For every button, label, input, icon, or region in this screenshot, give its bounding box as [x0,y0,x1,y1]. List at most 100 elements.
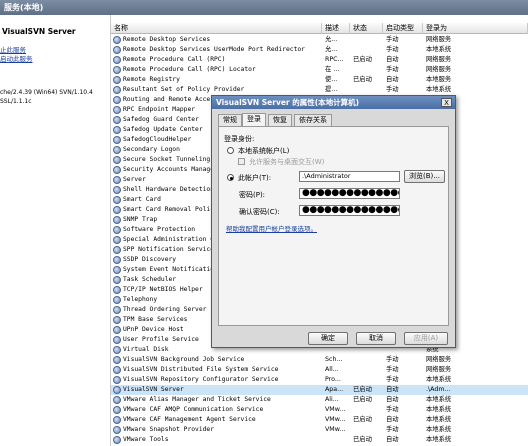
service-gear-icon [113,286,121,294]
service-startup-type-cell: 手动 [386,86,399,93]
service-description-cell: VMw... [325,406,346,413]
service-description-cell: VMw... [325,426,346,433]
service-startup-type-cell: 手动 [386,66,399,73]
tab-logon[interactable]: 登录 [242,113,266,127]
browse-button[interactable]: 浏览(B)... [404,170,445,183]
service-gear-icon [113,426,121,434]
service-description-cell: Pro... [325,376,341,383]
service-name-cell: VisualSVN Background Job Service [123,356,245,363]
ok-button[interactable]: 确定 [308,332,348,345]
restart-service-link[interactable]: 启动此服务 [0,53,33,63]
service-logon-as-cell: 网络服务 [426,56,452,63]
table-row[interactable]: VisualSVN Repository Configurator Servic… [111,375,528,385]
service-name-cell: VMware Snapshot Provider [123,426,214,433]
service-name-cell: Remote Desktop Services UserMode Port Re… [123,46,305,53]
table-row[interactable]: Remote Desktop Services 允... 手动 网络服务 [111,35,528,45]
table-row[interactable]: VMware CAF AMQP Communication Service VMw… [111,405,528,415]
apply-button[interactable]: 应用(A) [404,332,448,345]
service-gear-icon [113,336,121,344]
service-gear-icon [113,276,121,284]
service-gear-icon [113,196,121,204]
table-row[interactable]: VisualSVN Distributed File System Servic… [111,365,528,375]
service-startup-type-cell: 自动 [386,436,399,443]
service-startup-type-cell: 手动 [386,426,399,433]
this-account-label: 此帐户(T): [238,174,272,182]
table-row[interactable]: Remote Procedure Call (RPC) Locator 在 ...… [111,65,528,75]
service-name-cell: Remote Procedure Call (RPC) Locator [123,66,256,73]
table-row[interactable]: VisualSVN Background Job Service Sch... 手动… [111,355,528,365]
service-gear-icon [113,236,121,244]
password-input[interactable]: ●●●●●●●●●●●●●●● [299,188,400,199]
service-gear-icon [113,186,121,194]
service-name-cell: Remote Registry [123,76,180,83]
service-gear-icon [113,256,121,264]
allow-desktop-label: 允许服务与桌面交互(W) [249,158,325,166]
service-gear-icon [113,246,121,254]
table-row[interactable]: Remote Registry 使... 已启动 自动 本地服务 [111,75,528,85]
service-gear-icon [113,86,121,94]
logon-tab-panel: 登录身份: 本地系统帐户(L) 允许服务与桌面交互(W) 此帐户(T): .\A… [218,126,449,326]
service-name-cell: VisualSVN Distributed File System Servic… [123,366,279,373]
local-system-radio[interactable] [227,147,234,154]
service-gear-icon [113,166,121,174]
service-gear-icon [113,116,121,124]
local-system-label: 本地系统帐户(L) [238,147,290,155]
service-logon-as-cell: 网络服务 [426,356,452,363]
properties-dialog: VisualSVN Server 的属性(本地计算机) X 常规 登录 恢复 依… [211,95,456,348]
table-row[interactable]: VisualSVN Server Apa... 已启动 自动 .\Adm... [111,385,528,395]
service-gear-icon [113,106,121,114]
account-input[interactable]: .\Administrator [299,171,400,182]
service-description-line-1: che/2.4.39 (Win64) SVN/1.10.4 [0,89,93,96]
table-row[interactable]: VMware Snapshot Provider VMw... 手动 本地系统 [111,425,528,435]
service-description-cell: RPC... [325,56,344,63]
service-logon-as-cell: 网络服务 [426,66,452,73]
service-logon-as-cell: 网络服务 [426,366,452,373]
service-logon-as-cell: 本地服务 [426,76,452,83]
service-name-cell: VMware CAF Management Agent Service [123,416,256,423]
table-row[interactable]: VMware Tools 已启动 自动 本地系统 [111,435,528,445]
tab-dependencies[interactable]: 依存关系 [294,114,332,126]
service-status-cell: 已启动 [353,386,372,393]
service-gear-icon [113,76,121,84]
this-account-radio[interactable] [227,174,234,181]
confirm-password-label: 确认密码(C): [239,208,280,216]
service-status-cell: 已启动 [353,56,372,63]
service-description-cell [325,435,350,445]
table-row[interactable]: VMware CAF Management Agent Service VMw..… [111,415,528,425]
table-row[interactable]: Remote Desktop Services UserMode Port Re… [111,45,528,55]
cancel-button[interactable]: 取消 [356,332,396,345]
table-row[interactable]: VMware Alias Manager and Ticket Service A… [111,395,528,405]
password-label: 密码(P): [239,191,266,199]
service-gear-icon [113,126,121,134]
service-gear-icon [113,346,121,354]
table-row[interactable]: Remote Procedure Call (RPC) RPC... 已启动 自动 网络… [111,55,528,65]
help-configure-logon-link[interactable]: 帮助我配置用户帐户登录选项。 [226,223,317,233]
service-description-cell: Ali... [325,396,339,403]
service-gear-icon [113,326,121,334]
window-title: 服务(本地) [4,3,44,12]
service-status-cell [353,425,383,435]
table-row[interactable]: Resultant Set of Policy Provider 提... 手动 本地… [111,85,528,95]
service-name-cell: VisualSVN Repository Configurator Servic… [123,376,279,383]
dialog-close-button[interactable]: X [441,98,452,107]
service-status-cell [353,375,383,385]
service-logon-as-cell: 本地系统 [426,46,452,53]
service-status-cell [353,35,383,45]
service-gear-icon [113,356,121,364]
service-startup-type-cell: 自动 [386,386,399,393]
tab-general[interactable]: 常规 [218,114,242,126]
service-status-cell [353,45,383,55]
service-gear-icon [113,46,121,54]
dialog-title-bar[interactable]: VisualSVN Server 的属性(本地计算机) [212,96,455,109]
tab-recovery[interactable]: 恢复 [268,114,292,126]
service-gear-icon [113,316,121,324]
service-description-cell: 允... [325,46,338,53]
service-status-cell [353,355,383,365]
service-gear-icon [113,206,121,214]
confirm-password-input[interactable]: ●●●●●●●●●●●●●●● [299,205,400,216]
service-startup-type-cell: 手动 [386,356,399,363]
service-gear-icon [113,396,121,404]
service-gear-icon [113,176,121,184]
service-name-cell: VMware Tools [123,436,169,443]
allow-desktop-checkbox[interactable] [238,158,245,165]
